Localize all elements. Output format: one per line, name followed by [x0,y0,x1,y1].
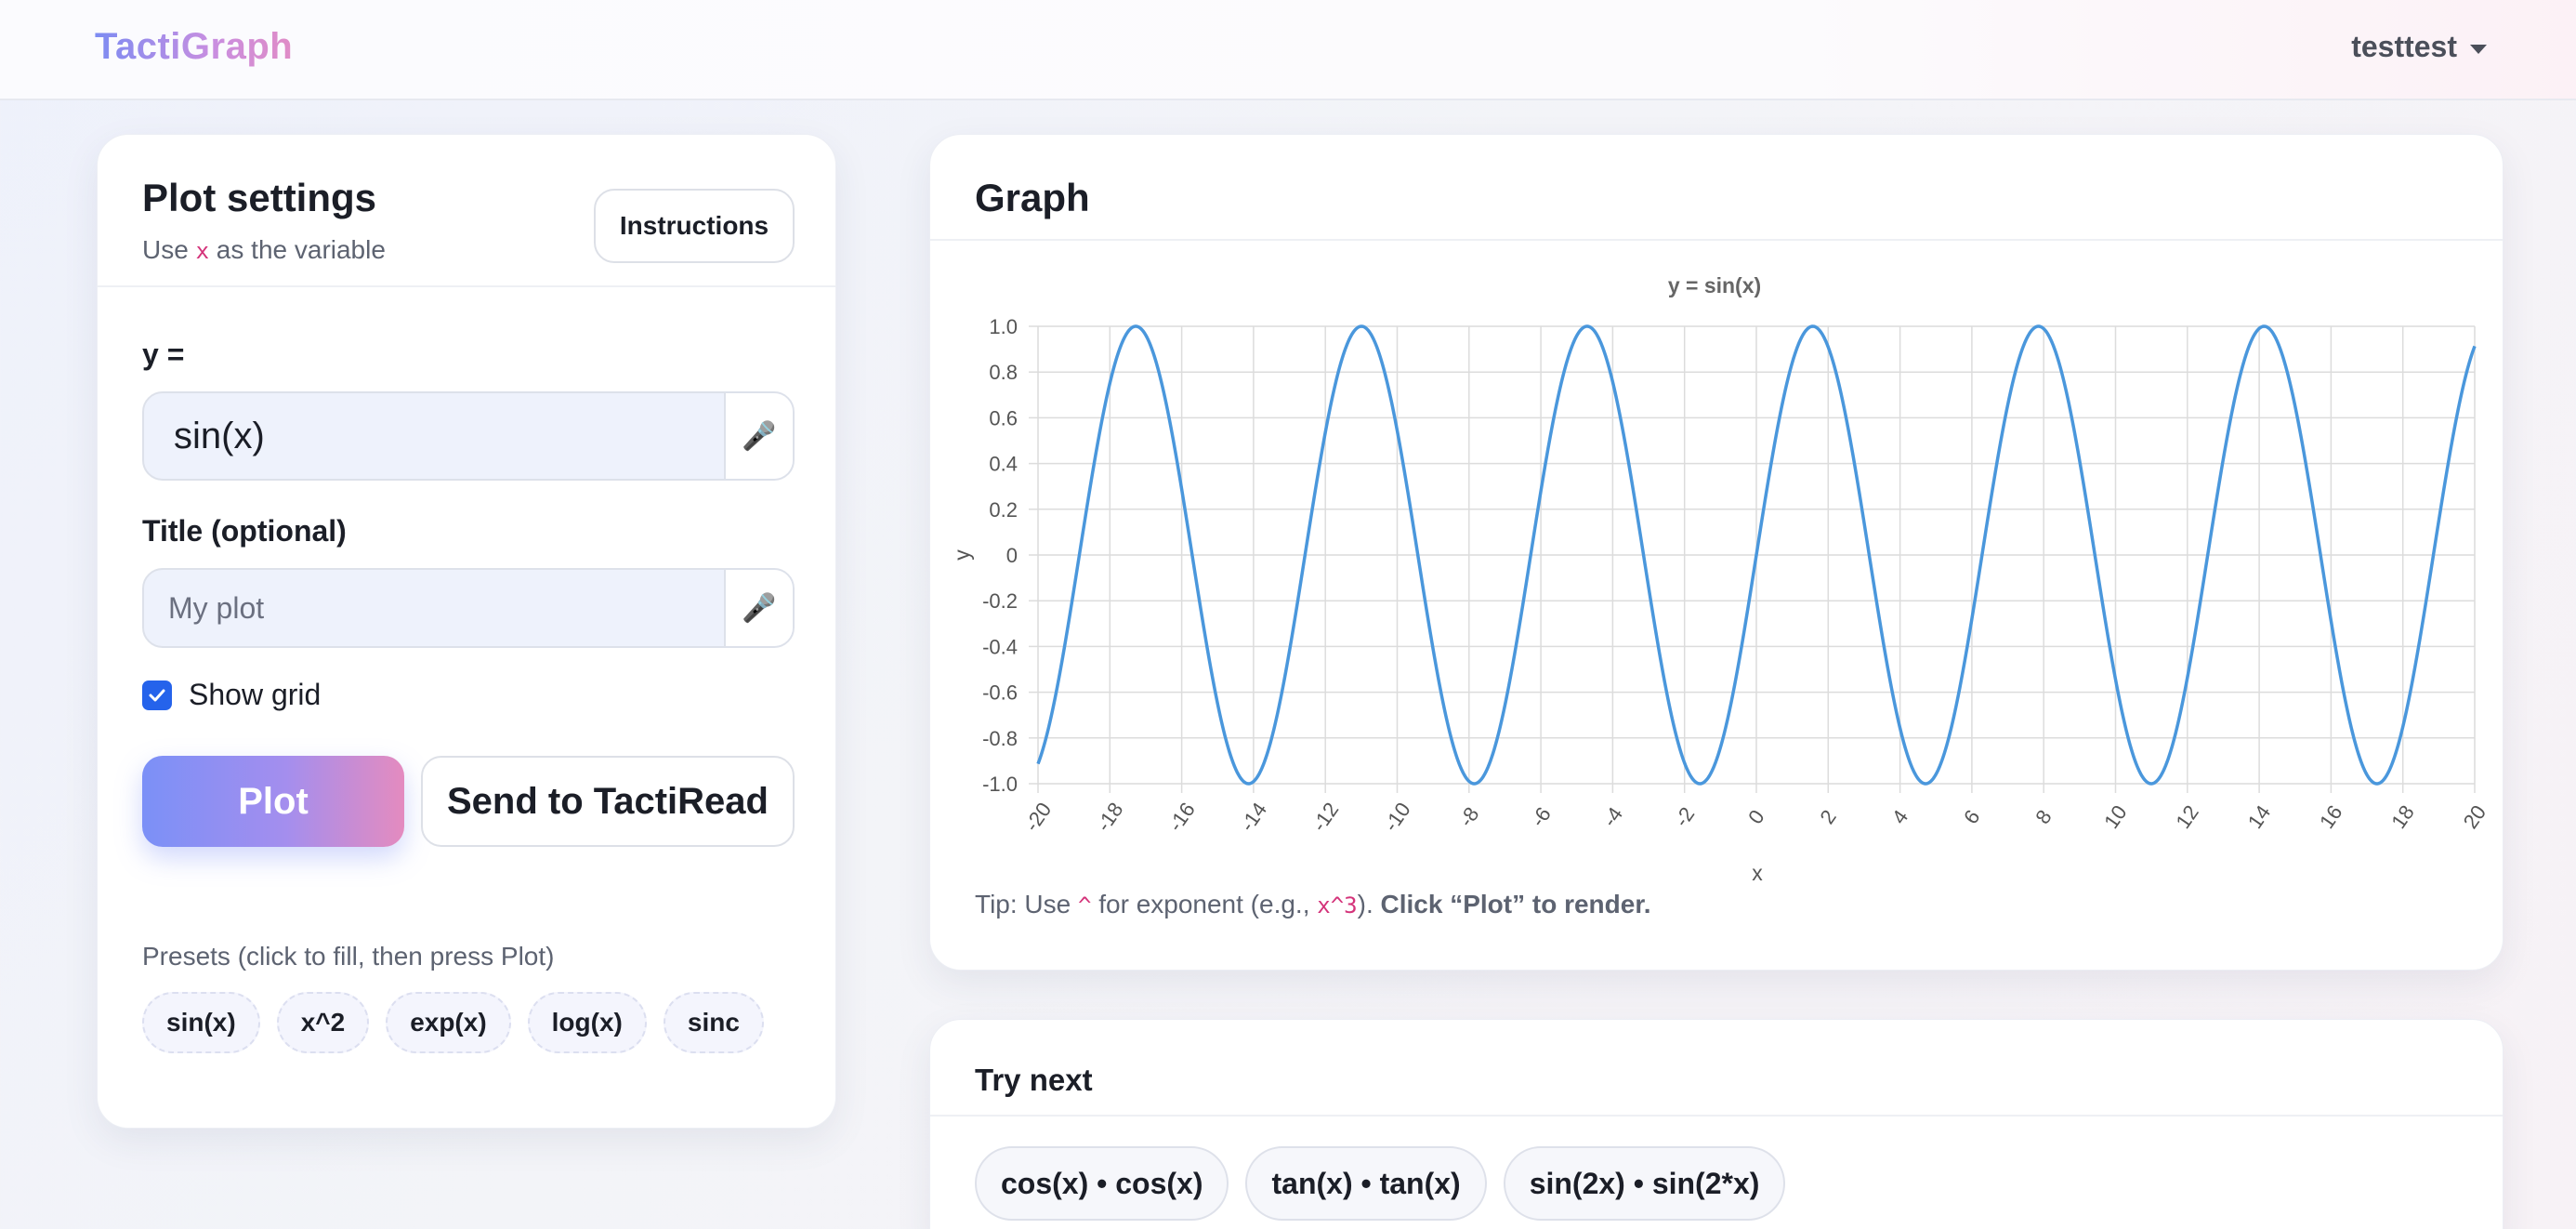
preset-chip[interactable]: x^2 [276,992,370,1053]
show-grid-row: Show grid [142,678,321,712]
y-tick-label: 0.4 [989,453,1018,476]
y-tick-label: 0.6 [989,406,1018,429]
y-tick-label: -0.8 [982,727,1018,750]
x-tick-label: 14 [2243,801,2276,833]
y-tick-label: -1.0 [982,773,1018,796]
x-tick-label: -18 [1092,799,1128,836]
caret-down-icon [2470,44,2487,54]
y-tick-label: 0 [1006,544,1018,567]
y-tick-label: 0.2 [989,498,1018,522]
try-next-list: cos(x) • cos(x) tan(x) • tan(x) sin(2x) … [975,1146,1786,1221]
x-tick-label: -4 [1597,803,1627,831]
check-icon [149,689,165,701]
variable-code: x [195,238,210,264]
tip-bold: Click “Plot” to render. [1380,890,1651,918]
preset-chip[interactable]: sin(x) [142,992,260,1053]
x-tick-label: 0 [1743,806,1769,828]
x-tick-label: 6 [1959,806,1985,828]
x-tick-label: 2 [1815,806,1841,828]
brand-logo[interactable]: TactiGraph [95,26,293,68]
subtitle-suffix: as the variable [209,235,386,264]
user-name: testtest [2351,30,2457,63]
preset-chip[interactable]: exp(x) [386,992,511,1053]
x-tick-label: -14 [1235,799,1271,836]
divider [930,1115,2503,1117]
x-tick-label: -20 [1019,799,1056,836]
graph-title: Graph [975,176,1090,219]
plot-settings-subtitle: Use x as the variable [142,235,386,265]
x-tick-label: -10 [1379,799,1415,836]
y-axis-label: y [950,549,974,561]
tip-close: ). [1357,890,1373,918]
try-next-card: Try next cos(x) • cos(x) tan(x) • tan(x)… [929,1019,2504,1229]
tip-caret-code: ^ [1078,892,1092,918]
x-tick-label: 10 [2099,801,2132,833]
plot-settings-card: Plot settings Use x as the variable Inst… [97,134,836,1129]
y-label: y = [142,337,185,371]
top-navbar: TactiGraph testtest [0,0,2576,100]
x-tick-label: 4 [1887,806,1913,828]
y-tick-label: 0.8 [989,361,1018,384]
show-grid-checkbox[interactable] [142,680,172,710]
x-tick-label: -6 [1526,803,1556,831]
tip-text: Tip: Use ^ for exponent (e.g., x^3). Cli… [975,890,1650,919]
tip-example-code: x^3 [1317,892,1358,918]
y-tick-label: -0.4 [982,635,1018,658]
presets-label: Presets (click to fill, then press Plot) [142,942,555,971]
title-label: Title (optional) [142,514,347,548]
microphone-icon[interactable]: 🎤 [724,570,793,646]
preset-chip[interactable]: sinc [663,992,764,1053]
x-tick-label: 20 [2459,801,2491,833]
plot-settings-title: Plot settings [142,176,377,219]
graph-card: Graph y = sin(x) 1.0 0.8 0.6 0.4 0.2 0 -0.2 -0.4… [929,134,2504,971]
try-next-chip[interactable]: sin(2x) • sin(2*x) [1503,1146,1786,1221]
title-input[interactable] [144,570,720,646]
sine-chart[interactable]: y = sin(x) 1.0 0.8 0.6 0.4 0.2 0 -0.2 -0.4 -0.6 -0… [930,246,2504,888]
send-to-tactiread-button[interactable]: Send to TactiRead [421,756,795,847]
plot-button[interactable]: Plot [142,756,404,847]
chart-title: y = sin(x) [1668,273,1761,297]
microphone-icon[interactable]: 🎤 [724,393,793,479]
divider [930,239,2503,241]
x-tick-label: 16 [2315,801,2347,833]
preset-chip[interactable]: log(x) [527,992,647,1053]
tip-prefix: Tip: Use [975,890,1078,918]
x-tick-label: -8 [1454,803,1484,831]
show-grid-label: Show grid [189,678,322,711]
subtitle-prefix: Use [142,235,196,264]
y-expression-group: 🎤 [142,391,795,481]
instructions-button[interactable]: Instructions [594,189,795,263]
y-expression-input[interactable] [144,393,720,479]
x-tick-label: 18 [2386,801,2419,833]
x-tick-label: -12 [1308,799,1344,836]
try-next-chip[interactable]: tan(x) • tan(x) [1245,1146,1487,1221]
x-tick-label: 12 [2171,801,2203,833]
x-axis-label: x [1752,861,1763,885]
x-tick-label: -16 [1163,799,1200,836]
try-next-title: Try next [975,1063,1093,1097]
y-tick-label: -0.2 [982,589,1018,613]
title-input-group: 🎤 [142,568,795,648]
y-tick-label: -0.6 [982,681,1018,705]
user-menu-toggle[interactable]: testtest [2351,30,2487,64]
x-tick-label: -2 [1670,803,1700,831]
divider [98,285,835,287]
x-tick-label: 8 [2031,806,2057,828]
presets-list: sin(x) x^2 exp(x) log(x) sinc [142,992,764,1053]
y-tick-label: 1.0 [989,315,1018,338]
tip-mid: for exponent (e.g., [1091,890,1318,918]
try-next-chip[interactable]: cos(x) • cos(x) [975,1146,1229,1221]
